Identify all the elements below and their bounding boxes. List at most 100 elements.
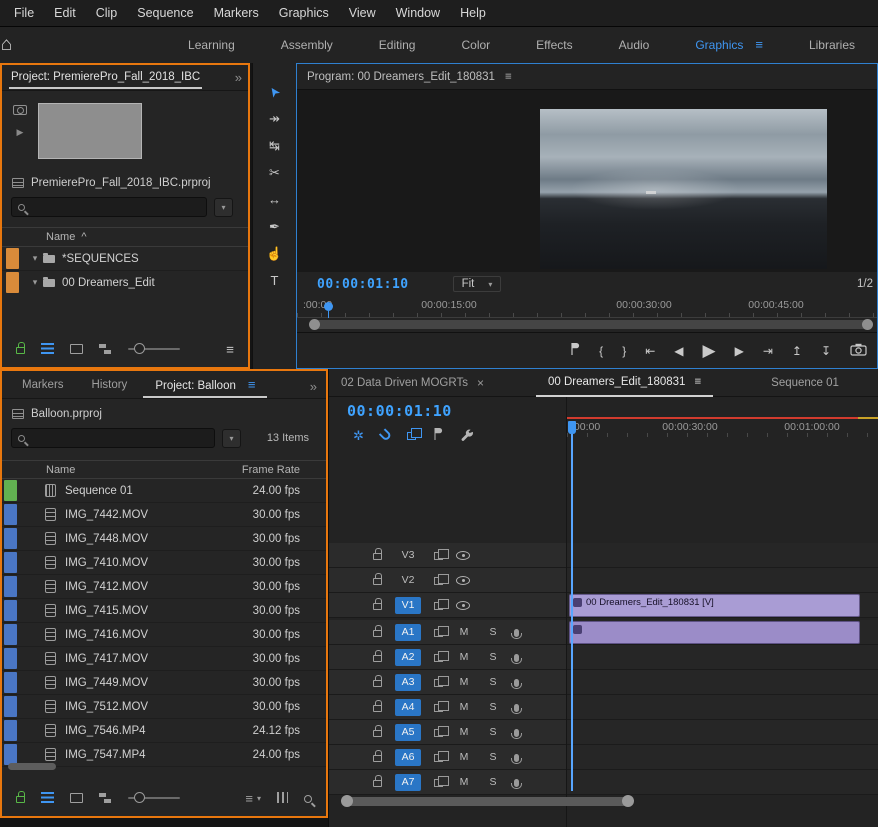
voiceover-record-button[interactable] [514, 650, 519, 665]
track-lock-toggle[interactable] [373, 750, 382, 765]
media-row[interactable]: IMG_7546.MP4 24.12 fps [2, 719, 326, 743]
panel-menu-icon[interactable]: ≡ [505, 71, 512, 83]
media-row[interactable]: IMG_7410.MOV 30.00 fps [2, 551, 326, 575]
clip-name[interactable]: IMG_7512.MOV [65, 701, 148, 713]
sync-lock-toggle[interactable] [434, 675, 443, 690]
list-header[interactable]: Name Frame Rate [2, 460, 326, 479]
scrollbar-knob[interactable] [862, 319, 873, 330]
sync-lock-toggle[interactable] [434, 548, 443, 563]
razor-tool[interactable]: ✂ [262, 164, 288, 181]
media-row[interactable]: IMG_7416.MOV 30.00 fps [2, 623, 326, 647]
mark-out-button[interactable]: } [622, 344, 626, 358]
panel-menu-icon[interactable]: ≡ [755, 37, 763, 52]
mute-track-button[interactable]: M [456, 749, 472, 765]
toggle-track-output-button[interactable] [456, 598, 470, 613]
program-scrollbar[interactable] [311, 320, 871, 329]
menu-item[interactable]: Window [386, 0, 450, 27]
track-lock-toggle[interactable] [373, 548, 382, 563]
automate-to-sequence-button[interactable] [277, 791, 288, 806]
media-row[interactable]: IMG_7417.MOV 30.00 fps [2, 647, 326, 671]
track-select-forward-tool[interactable]: ↠ [262, 110, 288, 127]
track-target-button[interactable]: V2 [395, 572, 421, 589]
sync-lock-toggle[interactable] [434, 625, 443, 640]
name-column-header[interactable]: Name [46, 464, 75, 476]
mark-in-button[interactable]: { [599, 344, 603, 358]
media-row[interactable]: IMG_7512.MOV 30.00 fps [2, 695, 326, 719]
timeline-ruler[interactable]: :00:00 00:00:30:00 00:01:00:00 [567, 421, 878, 437]
clip-name[interactable]: IMG_7410.MOV [65, 557, 148, 569]
thumbnail-zoom-slider[interactable] [128, 791, 180, 805]
scrollbar-knob[interactable] [309, 319, 320, 330]
media-row[interactable]: Sequence 01 24.00 fps [2, 479, 326, 503]
workspace-tab[interactable]: Editing≡ [356, 27, 439, 63]
voiceover-record-button[interactable] [514, 625, 519, 640]
track-target-button[interactable]: A6 [395, 749, 421, 766]
clip-name[interactable]: IMG_7442.MOV [65, 509, 148, 521]
voiceover-record-button[interactable] [514, 675, 519, 690]
track-target-button[interactable]: A1 [395, 624, 421, 641]
icon-view-button[interactable] [70, 342, 83, 357]
sync-lock-toggle[interactable] [434, 775, 443, 790]
freeform-view-button[interactable] [99, 791, 112, 806]
panel-tab[interactable]: History≡ [80, 379, 140, 391]
timeline-settings-button[interactable] [460, 427, 474, 444]
more-panels-icon[interactable]: » [235, 70, 241, 85]
track-lock-toggle[interactable] [373, 650, 382, 665]
bin-name[interactable]: 00 Dreamers_Edit [62, 277, 155, 289]
selection-tool[interactable]: ➤ [262, 83, 288, 100]
sync-lock-toggle[interactable] [434, 573, 443, 588]
extract-button[interactable]: ↧ [821, 344, 831, 358]
track-target-button[interactable]: A7 [395, 774, 421, 791]
voiceover-record-button[interactable] [514, 725, 519, 740]
writable-toggle-button[interactable] [16, 791, 25, 806]
slip-tool[interactable]: ↔ [262, 191, 288, 208]
pen-tool[interactable]: ✒ [262, 218, 288, 235]
menu-item[interactable]: Edit [44, 0, 86, 27]
workspace-tab[interactable]: Libraries≡ [786, 27, 878, 63]
panel-menu-icon[interactable]: ≡ [248, 377, 256, 392]
linked-selection-button[interactable] [407, 428, 416, 443]
step-forward-button[interactable]: ▶ [735, 344, 744, 358]
go-to-out-button[interactable]: ⇥ [763, 344, 773, 358]
hand-tool[interactable]: ☝ [262, 245, 288, 262]
workspace-tab[interactable]: Color≡ [438, 27, 513, 63]
sync-lock-toggle[interactable] [434, 725, 443, 740]
panel-tab[interactable]: Markers≡ [10, 379, 76, 391]
timeline-timecode[interactable]: 00:00:01:10 [347, 402, 452, 420]
add-marker-button[interactable] [570, 342, 580, 359]
menu-item[interactable]: Sequence [127, 0, 203, 27]
clip-name[interactable]: IMG_7416.MOV [65, 629, 148, 641]
voiceover-record-button[interactable] [514, 700, 519, 715]
voiceover-record-button[interactable] [514, 750, 519, 765]
solo-track-button[interactable]: S [485, 674, 501, 690]
play-button[interactable]: ▶ [703, 341, 716, 361]
clip-name[interactable]: IMG_7546.MP4 [65, 725, 146, 737]
track-lock-toggle[interactable] [373, 598, 382, 613]
track-target-button[interactable]: A4 [395, 699, 421, 716]
solo-track-button[interactable]: S [485, 749, 501, 765]
menu-item[interactable]: Graphics [269, 0, 339, 27]
media-row[interactable]: IMG_7412.MOV 30.00 fps [2, 575, 326, 599]
find-button[interactable] [304, 791, 312, 806]
slider-knob[interactable] [134, 792, 145, 803]
list-header[interactable]: Name ^ [2, 227, 248, 247]
media-row[interactable]: IMG_7415.MOV 30.00 fps [2, 599, 326, 623]
solo-track-button[interactable]: S [485, 724, 501, 740]
disclosure-icon[interactable]: ▾ [27, 253, 43, 264]
mute-track-button[interactable]: M [456, 674, 472, 690]
clip-name[interactable]: Sequence 01 [65, 485, 133, 497]
track-lock-toggle[interactable] [373, 725, 382, 740]
clip-name[interactable]: IMG_7547.MP4 [65, 749, 146, 761]
track-target-button[interactable]: V1 [395, 597, 421, 614]
clip-name[interactable]: IMG_7449.MOV [65, 677, 148, 689]
clip-name[interactable]: IMG_7417.MOV [65, 653, 148, 665]
sync-lock-toggle[interactable] [434, 598, 443, 613]
mute-track-button[interactable]: M [456, 724, 472, 740]
writable-toggle-button[interactable] [16, 342, 25, 357]
program-playhead[interactable] [324, 302, 333, 311]
timeline-tab[interactable]: Sequence 01 [759, 369, 851, 397]
search-input[interactable] [11, 428, 215, 448]
solo-track-button[interactable]: S [485, 624, 501, 640]
icon-view-button[interactable] [70, 791, 83, 806]
mute-track-button[interactable]: M [456, 624, 472, 640]
